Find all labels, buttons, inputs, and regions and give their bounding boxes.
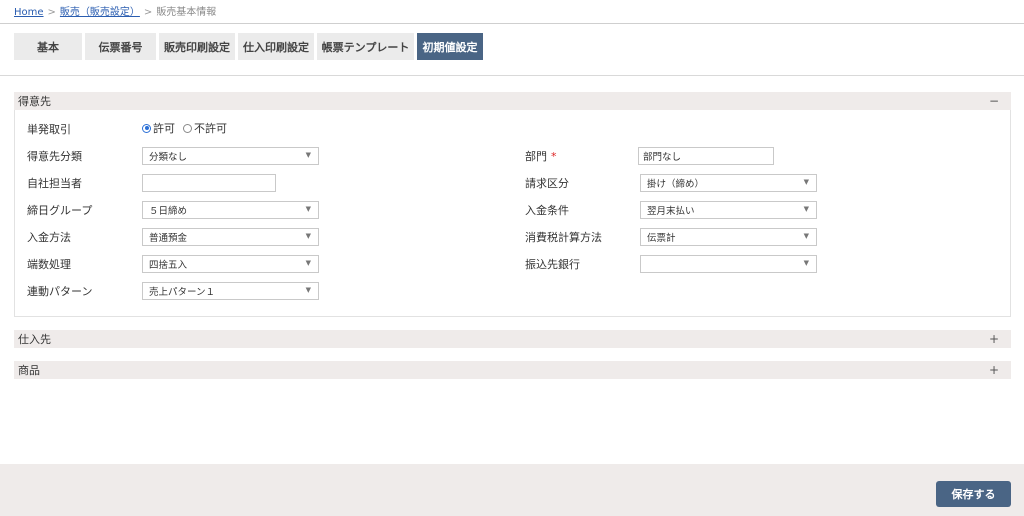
closing-group-select[interactable]: ５日締め ▼ bbox=[142, 201, 319, 219]
radio-unchecked-icon[interactable] bbox=[183, 123, 192, 133]
transfer-bank-select[interactable]: ▼ bbox=[640, 255, 817, 273]
section-title: 仕入先 bbox=[18, 333, 51, 346]
breadcrumb-separator: > bbox=[47, 7, 56, 18]
expand-icon[interactable]: + bbox=[989, 363, 999, 377]
staff-input[interactable] bbox=[142, 174, 276, 192]
field-label: 消費税計算方法 bbox=[525, 231, 602, 244]
chevron-down-icon: ▼ bbox=[803, 259, 809, 267]
section-product-header[interactable]: 商品 + bbox=[14, 361, 1011, 379]
tab-slip-number[interactable]: 伝票番号 bbox=[85, 33, 156, 60]
footer-bar: 保存する bbox=[0, 464, 1024, 516]
chevron-down-icon: ▼ bbox=[305, 232, 311, 240]
radio-checked-icon[interactable] bbox=[142, 123, 151, 133]
department-input[interactable]: 部門なし bbox=[638, 147, 774, 165]
expand-icon[interactable]: + bbox=[989, 332, 999, 346]
tab-basic[interactable]: 基本 bbox=[14, 33, 82, 60]
link-pattern-select[interactable]: 売上パターン１ ▼ bbox=[142, 282, 319, 300]
section-supplier: 仕入先 + bbox=[14, 330, 1011, 348]
radio-allow[interactable]: 許可 bbox=[142, 120, 175, 136]
field-label: 請求区分 bbox=[525, 177, 569, 190]
field-label: 入金条件 bbox=[525, 204, 569, 217]
tab-sales-print[interactable]: 販売印刷設定 bbox=[159, 33, 235, 60]
section-title: 商品 bbox=[18, 364, 40, 377]
collapse-icon[interactable]: − bbox=[989, 94, 999, 108]
field-label: 単発取引 bbox=[27, 123, 71, 136]
tab-form-template[interactable]: 帳票テンプレート bbox=[317, 33, 414, 60]
field-label: 連動パターン bbox=[27, 285, 93, 298]
tab-purchase-print[interactable]: 仕入印刷設定 bbox=[238, 33, 314, 60]
section-customer-header[interactable]: 得意先 − bbox=[14, 92, 1011, 110]
section-product: 商品 + bbox=[14, 361, 1011, 379]
chevron-down-icon: ▼ bbox=[803, 232, 809, 240]
breadcrumb-current: 販売基本情報 bbox=[156, 7, 217, 18]
chevron-down-icon: ▼ bbox=[305, 205, 311, 213]
payment-method-select[interactable]: 普通預金 ▼ bbox=[142, 228, 319, 246]
field-label: 入金方法 bbox=[27, 231, 71, 244]
breadcrumb-sales-link[interactable]: 販売（販売設定） bbox=[60, 7, 140, 18]
rounding-select[interactable]: 四捨五入 ▼ bbox=[142, 255, 319, 273]
field-label: 端数処理 bbox=[27, 258, 71, 271]
chevron-down-icon: ▼ bbox=[305, 286, 311, 294]
billing-type-select[interactable]: 掛け（締め） ▼ bbox=[640, 174, 817, 192]
required-mark: * bbox=[551, 150, 557, 163]
field-label: 得意先分類 bbox=[27, 150, 82, 163]
tax-calc-select[interactable]: 伝票計 ▼ bbox=[640, 228, 817, 246]
divider bbox=[0, 23, 1024, 24]
section-customer: 得意先 − 単発取引 許可 不許可 得意先分類 分類なし ▼ 自社担当者 締日グル… bbox=[14, 92, 1011, 317]
section-supplier-header[interactable]: 仕入先 + bbox=[14, 330, 1011, 348]
divider bbox=[0, 75, 1024, 76]
chevron-down-icon: ▼ bbox=[305, 259, 311, 267]
payment-terms-select[interactable]: 翌月末払い ▼ bbox=[640, 201, 817, 219]
chevron-down-icon: ▼ bbox=[803, 178, 809, 186]
field-label: 自社担当者 bbox=[27, 177, 82, 190]
tab-initial-values[interactable]: 初期値設定 bbox=[417, 33, 483, 60]
chevron-down-icon: ▼ bbox=[305, 151, 311, 159]
field-label: 振込先銀行 bbox=[525, 258, 580, 271]
tab-bar: 基本 伝票番号 販売印刷設定 仕入印刷設定 帳票テンプレート 初期値設定 bbox=[14, 33, 486, 60]
radio-deny[interactable]: 不許可 bbox=[183, 120, 227, 136]
section-title: 得意先 bbox=[18, 95, 51, 108]
chevron-down-icon: ▼ bbox=[803, 205, 809, 213]
breadcrumb-home-link[interactable]: Home bbox=[14, 7, 44, 18]
single-trade-radio-group: 許可 不許可 bbox=[142, 120, 235, 136]
breadcrumb-separator: > bbox=[143, 7, 153, 18]
field-label: 締日グループ bbox=[27, 204, 93, 217]
customer-class-select[interactable]: 分類なし ▼ bbox=[142, 147, 319, 165]
field-label: 部門 * bbox=[525, 150, 557, 163]
save-button[interactable]: 保存する bbox=[936, 481, 1011, 507]
section-customer-body: 単発取引 許可 不許可 得意先分類 分類なし ▼ 自社担当者 締日グループ ５日締… bbox=[14, 110, 1011, 317]
breadcrumb: Home > 販売（販売設定） > 販売基本情報 bbox=[14, 3, 216, 18]
